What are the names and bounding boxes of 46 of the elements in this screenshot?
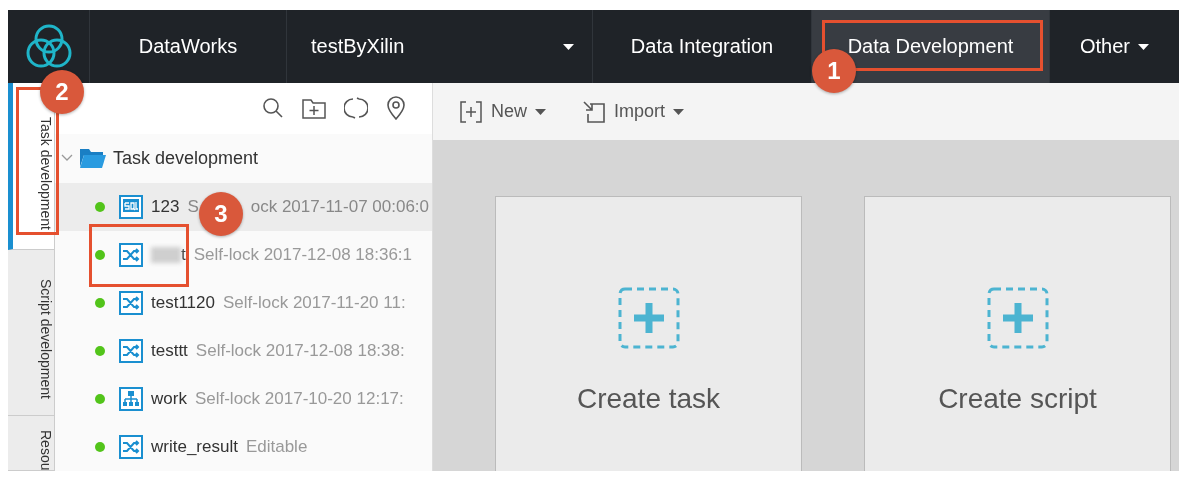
folder-icon [79, 147, 107, 170]
location-pin-icon[interactable] [386, 96, 406, 121]
chevron-down-icon[interactable] [61, 154, 73, 163]
item-name: work [151, 389, 187, 409]
shuffle-icon [119, 242, 143, 267]
toolbar-button[interactable]: Import [582, 99, 685, 124]
shuffle-icon [119, 435, 143, 459]
caret-icon [563, 43, 574, 50]
item-status: Self-lock 2017-12-08 18:38: [195, 341, 405, 361]
nav-tab[interactable]: Other [1050, 10, 1179, 83]
hierarchy-icon [119, 387, 143, 411]
caret-icon [535, 108, 546, 115]
item-status: S [187, 196, 199, 217]
tree-folder[interactable]: Task development [55, 133, 432, 183]
item-name: test1120 [151, 292, 215, 313]
tree-item[interactable]: write_result Editable [55, 423, 432, 472]
side-tab[interactable]: Script development [8, 250, 54, 416]
item-status: Self-lock 2017-10-20 12:17: [194, 389, 404, 409]
add-icon [986, 287, 1049, 349]
import-icon [582, 99, 606, 124]
create-card[interactable]: Create task [495, 196, 802, 471]
item-status: Self-lock 2017-11-20 11: [222, 292, 406, 313]
tree-item[interactable]: test1120 Self-lock 2017-11-20 11: [55, 278, 432, 327]
item-status: Self-lock 2017-12-08 18:36:1 [193, 244, 413, 265]
add-icon [459, 99, 483, 124]
shuffle-icon [119, 290, 143, 315]
tree-item[interactable]: work Self-lock 2017-10-20 12:17: [55, 375, 432, 423]
tree-item[interactable]: testtt Self-lock 2017-12-08 18:38: [55, 327, 432, 375]
sql-file-icon [119, 194, 143, 219]
toolbar-button[interactable]: New [459, 99, 546, 124]
item-name: testtt [151, 341, 188, 361]
item-name: 123 [151, 196, 180, 217]
add-icon [617, 287, 680, 349]
folder-plus-icon[interactable] [302, 97, 326, 120]
side-tab[interactable]: Resou [8, 415, 54, 471]
create-card[interactable]: Create script [864, 196, 1171, 471]
refresh-icon[interactable] [344, 96, 368, 121]
caret-icon [1138, 43, 1149, 50]
item-status: ock 2017-11-07 00:06:0 [250, 196, 430, 217]
shuffle-icon [119, 339, 143, 363]
item-name: t [181, 244, 186, 265]
product-name: DataWorks [138, 35, 238, 58]
search-icon[interactable] [262, 97, 284, 120]
item-status: Editable [245, 437, 308, 457]
item-name: write_result [151, 437, 238, 457]
caret-icon [673, 108, 685, 115]
